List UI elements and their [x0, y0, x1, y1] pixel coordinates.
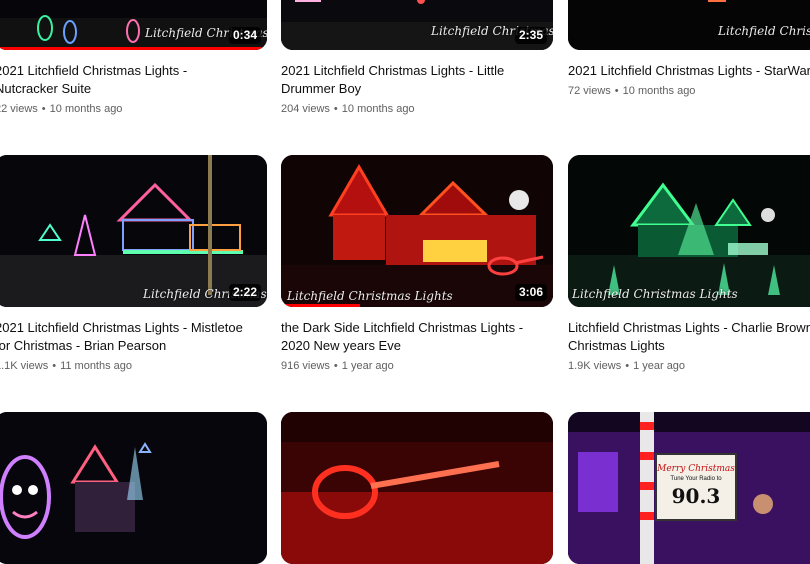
thumbnail-image [0, 412, 267, 564]
duration-badge: 3:06 [514, 284, 547, 301]
view-count: 1.1K views [0, 360, 49, 372]
video-card[interactable]: Litchfield Christmas Lights 3:06 the Dar… [281, 155, 553, 374]
duration-badge: 0:34 [228, 27, 261, 44]
video-title[interactable]: 2021 Litchfield Christmas Lights - Mistl… [0, 319, 263, 355]
sign-line-3: 90.3 [671, 484, 721, 508]
watch-progress-bar [0, 47, 262, 50]
duration-badge: 2:22 [228, 284, 261, 301]
thumbnail-image [0, 0, 267, 50]
video-meta: 1.9K views • 1 year ago [568, 358, 810, 374]
upload-age: 10 months ago [49, 103, 123, 115]
video-card[interactable]: Litchfield Christmas 2021 0:34 2021 Litc… [0, 0, 267, 117]
thumbnail-watermark: Litchfield Christmas Lights [572, 287, 738, 301]
video-thumbnail[interactable] [281, 412, 553, 564]
video-thumbnail[interactable]: Merry Christmas Tune Your Radio to 90.3 [568, 412, 810, 564]
video-thumbnail[interactable] [0, 412, 267, 564]
video-thumbnail[interactable]: Litchfield Christmas Lights [568, 155, 810, 307]
meta-separator: • [333, 360, 338, 372]
meta-separator: • [625, 360, 630, 372]
video-thumbnail[interactable]: Litchfield Christmas Li 2021 2:22 [0, 155, 267, 307]
thumbnail-image [568, 155, 810, 307]
video-card[interactable]: Litchfield Christmas Li 2021 2:22 2021 L… [0, 155, 267, 374]
sign-line-1: Merry Christmas [657, 464, 735, 474]
video-card[interactable]: Merry Christmas Tune Your Radio to 90.3 [568, 412, 810, 564]
video-thumbnail[interactable]: Litchfield Christmas 2021 [568, 0, 810, 50]
video-thumbnail[interactable]: Litchfield Christmas 2021 2:35 [281, 0, 553, 50]
meta-separator: • [614, 85, 619, 97]
video-card[interactable]: Litchfield Christmas 2021 2:35 2021 Litc… [281, 0, 553, 117]
video-card[interactable] [281, 412, 553, 564]
meta-separator: • [52, 360, 57, 372]
upload-age: 10 months ago [622, 85, 696, 97]
sign-line-2: Tune Your Radio to [670, 476, 722, 482]
thumbnail-watermark: Litchfield Christmas Lights [287, 289, 453, 303]
video-thumbnail[interactable]: Litchfield Christmas Lights 3:06 [281, 155, 553, 307]
view-count: 72 views [568, 85, 611, 97]
video-title[interactable]: 2021 Litchfield Christmas Lights - Nutcr… [0, 62, 263, 98]
thumbnail-image [281, 155, 553, 307]
video-meta: 72 views • 10 months ago [568, 83, 810, 99]
view-count: 1.9K views [568, 360, 622, 372]
upload-age: 1 year ago [341, 360, 394, 372]
video-card[interactable]: Litchfield Christmas 2021 2021 Litchfiel… [568, 0, 810, 99]
video-meta: 22 views•10 months ago [0, 101, 267, 117]
video-meta: 204 views • 10 months ago [281, 101, 553, 117]
thumbnail-image [281, 412, 553, 564]
video-meta: 916 views • 1 year ago [281, 358, 553, 374]
watch-progress-bar [281, 304, 360, 307]
video-title[interactable]: the Dark Side Litchfield Christmas Light… [281, 319, 549, 355]
video-card[interactable]: Litchfield Christmas Lights Litchfield C… [568, 155, 810, 374]
video-title[interactable]: 2021 Litchfield Christmas Lights - StarW… [568, 62, 810, 80]
video-title[interactable]: Litchfield Christmas Lights - Charlie Br… [568, 319, 810, 355]
thumbnail-image [0, 155, 267, 307]
upload-age: 1 year ago [633, 360, 686, 372]
meta-separator: • [41, 103, 46, 115]
video-title[interactable]: 2021 Litchfield Christmas Lights - Littl… [281, 62, 549, 98]
video-card[interactable] [0, 412, 267, 564]
view-count: 204 views [281, 103, 330, 115]
upload-age: 10 months ago [341, 103, 415, 115]
duration-badge: 2:35 [514, 27, 547, 44]
upload-age: 11 months ago [60, 360, 133, 372]
radio-sign: Merry Christmas Tune Your Radio to 90.3 [656, 454, 736, 520]
view-count: 22 views [0, 103, 38, 115]
meta-separator: • [333, 103, 338, 115]
view-count: 916 views [281, 360, 330, 372]
video-thumbnail[interactable]: Litchfield Christmas 2021 0:34 [0, 0, 267, 50]
thumbnail-watermark: Litchfield Christmas 2021 [718, 24, 810, 38]
video-meta: 1.1K views • 11 months ago [0, 358, 267, 374]
